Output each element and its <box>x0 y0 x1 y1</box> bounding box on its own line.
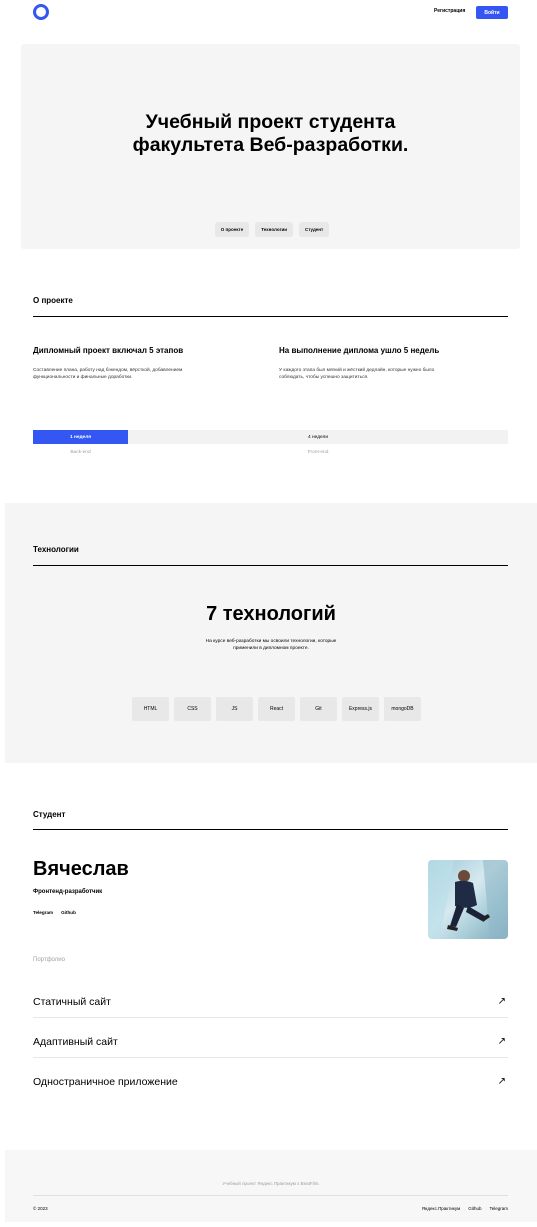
student-name: Вячеслав <box>33 858 129 880</box>
student-divider <box>33 829 508 830</box>
student-link-github[interactable]: Github <box>61 910 76 915</box>
tech-item-css: CSS <box>174 697 211 721</box>
promo-section: Учебный проект студента факультета Веб-р… <box>21 44 520 249</box>
portfolio-item-label: Одностраничное приложение <box>33 1076 178 1088</box>
tech-divider <box>33 565 508 566</box>
about-col1-heading: Дипломный проект включал 5 этапов <box>33 346 184 355</box>
tech-section: Технологии 7 технологий На курсе веб-раз… <box>5 503 537 763</box>
footer-link-practicum[interactable]: Яндекс.Практикум <box>422 1206 461 1211</box>
tech-list: HTML CSS JS React Git Express.js mongoDB <box>5 697 537 721</box>
footer-text: Учебный проект Яндекс.Практикум х BeatFi… <box>222 1181 320 1186</box>
arrow-up-right-icon: ↗ <box>497 1076 506 1087</box>
footer-links: Яндекс.Практикум Github Telegram <box>422 1206 508 1211</box>
student-link-telegram[interactable]: Telegram <box>33 910 53 915</box>
arrow-up-right-icon: ↗ <box>497 996 506 1007</box>
portfolio-divider <box>33 1017 508 1018</box>
site-header: Регистрация Войти <box>0 0 537 28</box>
timeline-frontend-caption: Front-end <box>307 450 329 455</box>
tech-item-js: JS <box>216 697 253 721</box>
tech-text: На курсе веб-разработки мы освоили техно… <box>5 638 537 652</box>
about-col1-text-line1: Составление плана, работу над бэкендом, … <box>33 368 183 373</box>
footer-link-telegram[interactable]: Telegram <box>489 1206 508 1211</box>
portfolio-item-static[interactable]: Статичный сайт ↗ <box>33 990 508 1030</box>
student-photo <box>428 860 508 939</box>
tech-heading: 7 технологий <box>206 603 336 625</box>
arrow-up-right-icon: ↗ <box>497 1036 506 1047</box>
about-col2-text-line2: соблюдать, чтобы успешно защититься. <box>279 375 369 380</box>
tech-text-line2: применили в дипломном проекте. <box>233 646 309 651</box>
tech-item-html: HTML <box>132 697 169 721</box>
promo-title-line2: факультета Веб-разработки. <box>132 134 409 156</box>
about-col1-text: Составление плана, работу над бэкендом, … <box>33 367 182 381</box>
tech-title: Технологии <box>33 545 79 554</box>
about-divider <box>33 316 508 317</box>
about-col2-heading: На выполнение диплома ушло 5 недель <box>279 346 440 355</box>
footer-divider <box>33 1195 508 1196</box>
portfolio-item-label: Статичный сайт <box>33 996 111 1008</box>
about-col2-text: У каждого этапа был мягкий и жёсткий дед… <box>279 367 434 381</box>
tech-item-git: Git <box>300 697 337 721</box>
portfolio-divider <box>33 1057 508 1058</box>
register-link[interactable]: Регистрация <box>434 8 465 14</box>
nav-link-about[interactable]: О проекте <box>214 222 250 237</box>
nav-link-tech[interactable]: Технологии <box>255 222 293 237</box>
promo-title: Учебный проект студента факультета Веб-р… <box>21 111 520 157</box>
tech-item-express: Express.js <box>342 697 379 721</box>
about-col2-text-line1: У каждого этапа был мягкий и жёсткий дед… <box>279 368 435 373</box>
logo-icon[interactable] <box>33 4 49 20</box>
promo-nav: О проекте Технологии Студент <box>21 222 520 237</box>
portfolio-item-spa[interactable]: Одностраничное приложение ↗ <box>33 1070 508 1110</box>
portfolio-caption: Портфолио <box>33 957 65 963</box>
nav-link-student[interactable]: Студент <box>298 222 330 237</box>
tech-item-react: React <box>258 697 295 721</box>
portfolio-item-label: Адаптивный сайт <box>33 1036 118 1048</box>
student-job: Фронтенд-разработчик <box>33 889 103 895</box>
student-photo-figure <box>428 860 508 939</box>
portfolio-item-adaptive[interactable]: Адаптивный сайт ↗ <box>33 1030 508 1070</box>
about-col1-text-line2: функциональности и финальные доработки. <box>33 375 133 380</box>
student-links: Telegram Github <box>33 910 76 915</box>
login-button[interactable]: Войти <box>476 6 508 19</box>
footer-link-github[interactable]: Github <box>468 1206 481 1211</box>
about-title: О проекте <box>33 296 73 305</box>
site-footer: Учебный проект Яндекс.Практикум х BeatFi… <box>5 1150 537 1222</box>
tech-text-line1: На курсе веб-разработки мы освоили техно… <box>205 639 337 644</box>
timeline-backend-caption: Back-end <box>70 450 91 455</box>
student-title: Студент <box>33 810 66 819</box>
footer-copyright: © 2023 <box>33 1206 48 1211</box>
tech-item-mongodb: mongoDB <box>384 697 421 721</box>
timeline-backend-bar: 1 неделя <box>33 430 128 444</box>
promo-title-line1: Учебный проект студента <box>145 111 396 133</box>
timeline-frontend-bar: 4 недели <box>128 430 508 444</box>
